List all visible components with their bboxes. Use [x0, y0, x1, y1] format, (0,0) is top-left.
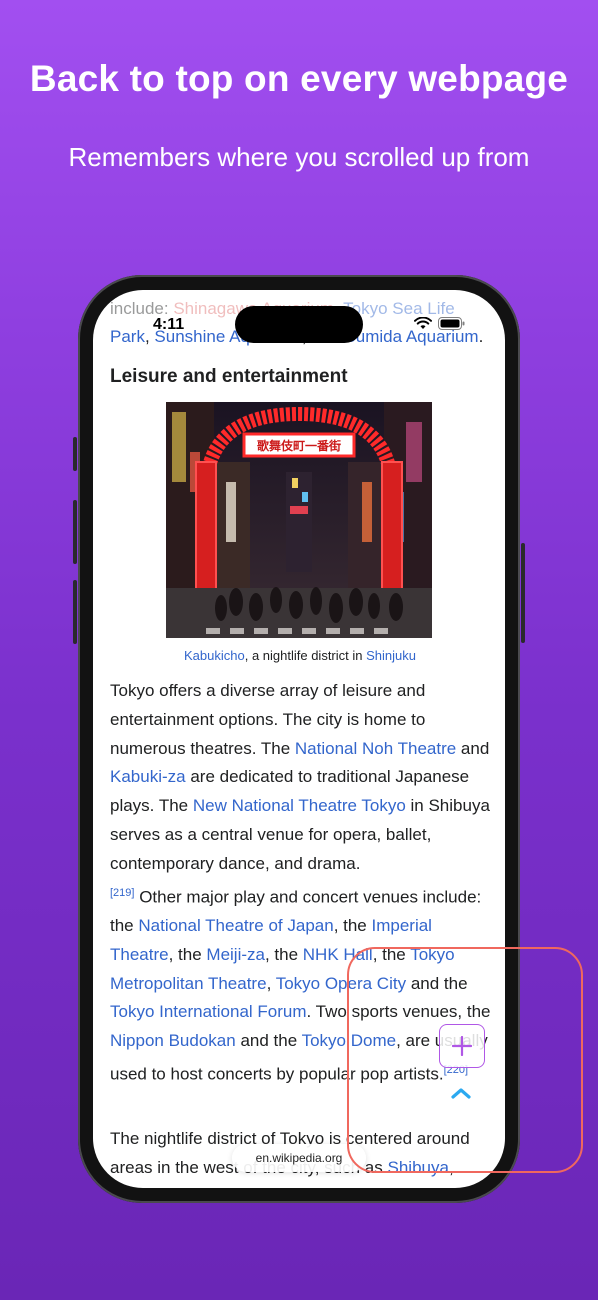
link-national-theatre-of-japan[interactable]: National Theatre of Japan	[138, 916, 333, 935]
plus-icon	[452, 1036, 472, 1056]
link-tokyo-international-forum[interactable]: Tokyo International Forum	[110, 1002, 307, 1021]
link-park[interactable]: Park	[110, 327, 145, 346]
address-bar[interactable]: en.wikipedia.org	[232, 1144, 366, 1172]
phone-button-action	[73, 437, 77, 471]
status-time: 4:11	[153, 316, 185, 333]
link-kabuki-za[interactable]: Kabuki-za	[110, 767, 186, 786]
battery-icon	[438, 317, 465, 330]
promo-title: Back to top on every webpage	[29, 58, 569, 99]
article-photo[interactable]: 歌舞伎町一番街	[166, 402, 432, 638]
dynamic-island	[235, 306, 363, 343]
section-heading: Leisure and entertainment	[110, 366, 348, 387]
link-new-national-theatre-tokyo[interactable]: New National Theatre Tokyo	[193, 796, 406, 815]
phone-button-power	[521, 543, 525, 643]
phone-button-volume-up	[73, 500, 77, 564]
link-meiji-za[interactable]: Meiji-za	[206, 945, 265, 964]
photo-caption: Kabukicho, a nightlife district in Shinj…	[184, 648, 416, 663]
link-kabukicho[interactable]: Kabukicho	[184, 648, 245, 663]
wifi-icon	[414, 317, 432, 329]
link-national-noh-theatre[interactable]: National Noh Theatre	[295, 739, 456, 758]
status-icons	[414, 317, 465, 330]
chevron-up-icon	[451, 1088, 471, 1099]
promo-subtitle: Remembers where you scrolled up from	[68, 142, 530, 172]
back-to-top-button[interactable]	[446, 1080, 476, 1106]
reference-219[interactable]: [219]	[110, 887, 134, 899]
phone-button-volume-down	[73, 580, 77, 644]
link-nippon-budokan[interactable]: Nippon Budokan	[110, 1031, 236, 1050]
link-shinjuku[interactable]: Shinjuku	[366, 648, 416, 663]
photo-sign-text: 歌舞伎町一番街	[257, 438, 341, 453]
add-button[interactable]	[439, 1024, 485, 1068]
